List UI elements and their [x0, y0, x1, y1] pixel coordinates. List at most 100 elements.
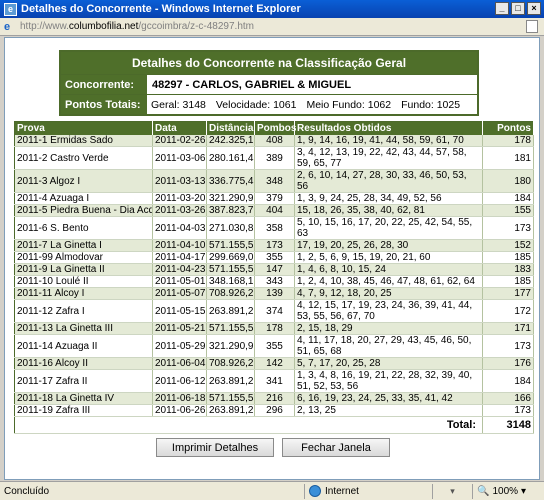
- competitor-value: 48297 - CARLOS, GABRIEL & MIGUEL: [147, 75, 477, 94]
- total-label: Total:: [14, 416, 483, 434]
- table-row: 2011-4 Azuaga I 2011-03-20 321.290,9 379 1, …: [14, 192, 534, 205]
- maximize-button[interactable]: □: [511, 2, 525, 15]
- zone-label: Internet: [325, 485, 359, 497]
- cell-resultados: 1, 9, 14, 16, 19, 41, 44, 58, 59, 61, 70: [294, 135, 483, 147]
- cell-data: 2011-06-26: [152, 404, 207, 417]
- table-row: 2011-7 La Ginetta I 2011-04-10 571.155,5 17…: [14, 239, 534, 252]
- points-meio-fundo: Meio Fundo: 1062: [306, 99, 392, 111]
- protected-mode-icon[interactable]: ▾: [432, 483, 472, 499]
- points-velocidade: Velocidade: 1061: [215, 99, 297, 111]
- cell-prova: 2011-18 La Ginetta IV: [14, 392, 153, 405]
- cell-distancia: 263.891,2: [206, 404, 255, 417]
- cell-pombos: 296: [254, 404, 295, 417]
- cell-pombos: 173: [254, 239, 295, 252]
- cell-resultados: 1, 4, 6, 8, 10, 15, 24: [294, 263, 483, 276]
- cell-pombos: 178: [254, 322, 295, 335]
- security-zone[interactable]: Internet: [304, 483, 432, 499]
- competitor-label: Concorrente:: [61, 75, 147, 94]
- table-row: 2011-6 S. Bento 2011-04-03 271.030,8 358 5, …: [14, 216, 534, 240]
- cell-distancia: 242.325,1: [206, 135, 255, 147]
- table-row: 2011-14 Azuaga II 2011-05-29 321.290,9 355 4…: [14, 334, 534, 358]
- close-window-button[interactable]: ×: [527, 2, 541, 15]
- cell-pontos: 173: [482, 404, 534, 417]
- cell-pontos: 181: [482, 146, 534, 170]
- cell-data: 2011-04-23: [152, 263, 207, 276]
- table-row: 2011-2 Castro Verde 2011-03-06 280.161,4 38…: [14, 146, 534, 170]
- cell-pontos: 173: [482, 334, 534, 358]
- cell-resultados: 5, 10, 15, 16, 17, 20, 22, 25, 42, 54, 5…: [294, 216, 483, 240]
- cell-distancia: 708.926,2: [206, 357, 255, 370]
- cell-pombos: 343: [254, 275, 295, 288]
- cell-pontos: 172: [482, 299, 534, 323]
- cell-data: 2011-04-03: [152, 216, 207, 240]
- table-row: 2011-10 Loulé II 2011-05-01 348.168,1 343 1,…: [14, 275, 534, 288]
- minimize-button[interactable]: _: [495, 2, 509, 15]
- cell-distancia: 348.168,1: [206, 275, 255, 288]
- table-header-row: Prova Data Distância Pombos Resultados O…: [14, 121, 534, 135]
- cell-resultados: 15, 18, 26, 35, 38, 40, 62, 81: [294, 204, 483, 217]
- cell-prova: 2011-1 Ermidas Sado: [14, 135, 153, 147]
- cell-pontos: 184: [482, 192, 534, 205]
- competitor-row: Concorrente: 48297 - CARLOS, GABRIEL & M…: [61, 74, 477, 94]
- cell-distancia: 336.775,4: [206, 169, 255, 193]
- header-data: Data: [152, 121, 207, 135]
- points-label: Pontos Totais:: [61, 95, 147, 114]
- competitor-info-box: Detalhes do Concorrente na Classificação…: [59, 50, 479, 116]
- points-row: Pontos Totais: Geral: 3148 Velocidade: 1…: [61, 94, 477, 114]
- points-fundo: Fundo: 1025: [401, 99, 461, 111]
- print-details-button[interactable]: Imprimir Detalhes: [156, 438, 274, 457]
- cell-pontos: 180: [482, 169, 534, 193]
- cell-prova: 2011-16 Alcoy II: [14, 357, 153, 370]
- zoom-icon: 🔍: [477, 485, 490, 497]
- table-row: 2011-12 Zafra I 2011-05-15 263.891,2 374 4, …: [14, 299, 534, 323]
- cell-pombos: 358: [254, 216, 295, 240]
- table-row: 2011-3 Algoz I 2011-03-13 336.775,4 348 2, 6…: [14, 169, 534, 193]
- cell-data: 2011-05-21: [152, 322, 207, 335]
- cell-resultados: 17, 19, 20, 25, 26, 28, 30: [294, 239, 483, 252]
- cell-resultados: 1, 3, 4, 8, 16, 19, 21, 22, 28, 32, 39, …: [294, 369, 483, 393]
- cell-pontos: 178: [482, 135, 534, 147]
- url-text: http://www.columbofilia.net/gccoimbra/z-…: [20, 21, 254, 32]
- cell-distancia: 271.030,8: [206, 216, 255, 240]
- cell-pontos: 166: [482, 392, 534, 405]
- cell-prova: 2011-3 Algoz I: [14, 169, 153, 193]
- header-pontos: Pontos: [482, 121, 534, 135]
- cell-prova: 2011-17 Zafra II: [14, 369, 153, 393]
- cell-pombos: 379: [254, 192, 295, 205]
- cell-data: 2011-03-06: [152, 146, 207, 170]
- cell-pombos: 404: [254, 204, 295, 217]
- cell-resultados: 1, 2, 5, 6, 9, 15, 19, 20, 21, 60: [294, 251, 483, 264]
- cell-distancia: 321.290,9: [206, 192, 255, 205]
- close-window-page-button[interactable]: Fechar Janela: [282, 438, 390, 457]
- cell-data: 2011-05-29: [152, 334, 207, 358]
- table-row: 2011-18 La Ginetta IV 2011-06-18 571.155,5…: [14, 392, 534, 405]
- cell-resultados: 4, 11, 17, 18, 20, 27, 29, 43, 45, 46, 5…: [294, 334, 483, 358]
- cell-pombos: 216: [254, 392, 295, 405]
- cell-prova: 2011-14 Azuaga II: [14, 334, 153, 358]
- page-icon: e: [4, 20, 11, 33]
- header-pombos: Pombos: [254, 121, 296, 135]
- cell-data: 2011-03-20: [152, 192, 207, 205]
- cell-resultados: 6, 16, 19, 23, 24, 25, 33, 35, 41, 42: [294, 392, 483, 405]
- table-row: 2011-11 Alcoy I 2011-05-07 708.926,2 139 4, …: [14, 287, 534, 300]
- address-bar[interactable]: e http://www.columbofilia.net/gccoimbra/…: [0, 18, 544, 36]
- table-row: 2011-13 La Ginetta III 2011-05-21 571.155,…: [14, 322, 534, 335]
- header-resultados: Resultados Obtidos: [294, 121, 483, 135]
- header-distancia: Distância: [206, 121, 255, 135]
- window-title: Detalhes do Concorrente - Windows Intern…: [21, 3, 301, 15]
- cell-prova: 2011-11 Alcoy I: [14, 287, 153, 300]
- table-row: 2011-1 Ermidas Sado 2011-02-26 242.325,1 40…: [14, 135, 534, 147]
- cell-resultados: 1, 3, 9, 24, 25, 28, 34, 49, 52, 56: [294, 192, 483, 205]
- cell-distancia: 571.155,5: [206, 263, 255, 276]
- cell-prova: 2011-19 Zafra III: [14, 404, 153, 417]
- cell-prova: 2011-9 La Ginetta II: [14, 263, 153, 276]
- cell-prova: 2011-4 Azuaga I: [14, 192, 153, 205]
- cell-prova: 2011-6 S. Bento: [14, 216, 153, 240]
- cell-prova: 2011-5 Piedra Buena - Dia Acdo: [14, 204, 153, 217]
- cell-prova: 2011-10 Loulé II: [14, 275, 153, 288]
- cell-data: 2011-03-26: [152, 204, 207, 217]
- zoom-control[interactable]: 🔍 100% ▾: [472, 483, 544, 499]
- cell-pontos: 177: [482, 287, 534, 300]
- cell-distancia: 571.155,5: [206, 322, 255, 335]
- action-buttons: Imprimir Detalhes Fechar Janela: [5, 438, 541, 457]
